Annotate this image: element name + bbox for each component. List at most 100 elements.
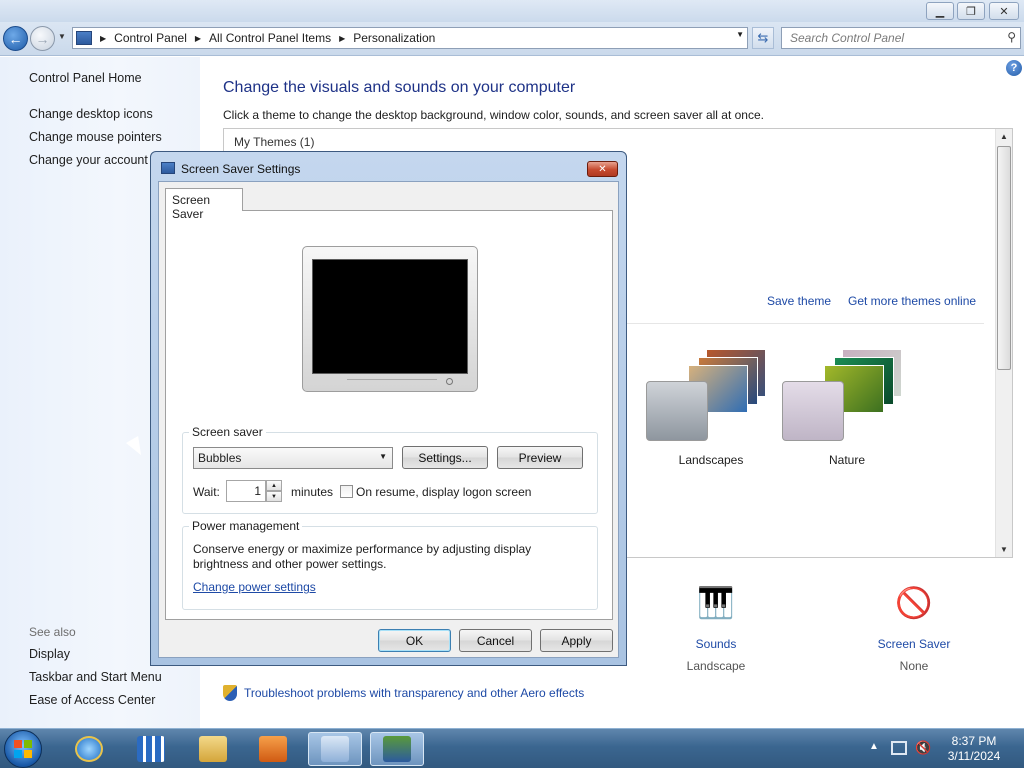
aero-troubleshoot-link[interactable]: Troubleshoot problems with transparency … bbox=[223, 685, 584, 701]
logon-screen-label[interactable]: On resume, display logon screen bbox=[356, 485, 531, 499]
address-bar[interactable]: ▶ Control Panel ▶ All Control Panel Item… bbox=[72, 27, 748, 49]
forward-arrow-icon: → bbox=[35, 30, 50, 47]
back-button[interactable]: ← bbox=[3, 26, 28, 51]
display-link[interactable]: Display bbox=[29, 647, 70, 661]
close-button[interactable]: ✕ bbox=[989, 2, 1019, 20]
screen-saver-group: Screen saver Bubbles ▼ Settings... Previ… bbox=[182, 425, 598, 514]
settings-button[interactable]: Settings... bbox=[402, 446, 488, 469]
theme-label: Landscapes bbox=[678, 453, 744, 467]
selected-screen-saver: Bubbles bbox=[198, 451, 242, 465]
screen-saver-select[interactable]: Bubbles ▼ bbox=[193, 447, 393, 469]
screen-saver-group-label: Screen saver bbox=[189, 425, 266, 439]
apps-taskbar-button[interactable] bbox=[124, 732, 178, 766]
change-mouse-pointers-link[interactable]: Change mouse pointers bbox=[29, 130, 162, 144]
recent-pages-button[interactable]: ▼ bbox=[58, 32, 66, 41]
minimize-button[interactable]: ▁ bbox=[926, 2, 954, 20]
tab-screen-saver[interactable]: Screen Saver bbox=[165, 188, 243, 221]
scroll-down-icon[interactable]: ▼ bbox=[1000, 545, 1008, 554]
search-input[interactable]: Search Control Panel ⚲ bbox=[781, 27, 1021, 49]
aero-link-text: Troubleshoot problems with transparency … bbox=[244, 686, 585, 700]
breadcrumb-control-panel[interactable]: Control Panel bbox=[114, 31, 187, 45]
address-dropdown-icon[interactable]: ▼ bbox=[736, 30, 744, 39]
theme-landscapes[interactable]: Landscapes bbox=[646, 329, 776, 469]
see-also-heading: See also bbox=[29, 625, 76, 639]
ok-button[interactable]: OK bbox=[378, 629, 451, 652]
screen-saver-settings-dialog: Screen Saver Settings ✕ Screen Saver Scr… bbox=[150, 151, 627, 666]
clock-time: 8:37 PM bbox=[951, 734, 997, 748]
show-hidden-icons-icon[interactable]: ▲ bbox=[869, 741, 879, 752]
sounds-icon: 🎹 bbox=[697, 586, 735, 620]
taskbar: ▲ 🔇 8:37 PM 3/11/2024 bbox=[0, 728, 1024, 768]
restore-icon: ❐ bbox=[966, 5, 976, 18]
power-led-icon bbox=[446, 378, 453, 385]
sounds-link[interactable]: Sounds bbox=[656, 637, 776, 651]
change-desktop-icons-link[interactable]: Change desktop icons bbox=[29, 107, 153, 121]
window-titlebar: ▁ ❐ ✕ bbox=[0, 0, 1024, 22]
close-icon: ✕ bbox=[999, 5, 1009, 18]
dialog-body: Screen Saver Screen saver Bubbles ▼ Sett… bbox=[158, 181, 619, 658]
screen-saver-value: None bbox=[899, 659, 929, 673]
spin-down-icon[interactable]: ▼ bbox=[266, 491, 282, 502]
help-icon[interactable]: ? bbox=[1006, 60, 1022, 76]
clock[interactable]: 8:37 PM 3/11/2024 bbox=[938, 734, 1010, 764]
screen-saver-icon bbox=[161, 162, 175, 174]
save-theme-link[interactable]: Save theme bbox=[767, 294, 831, 308]
breadcrumb-arrow-icon: ▶ bbox=[339, 33, 346, 43]
control-panel-taskbar-button[interactable] bbox=[308, 732, 362, 766]
control-panel-icon bbox=[76, 31, 92, 45]
screensaver-taskbar-button[interactable] bbox=[370, 732, 424, 766]
refresh-button[interactable]: ⇆ bbox=[752, 27, 774, 49]
close-icon: ✕ bbox=[598, 163, 607, 175]
network-icon[interactable] bbox=[891, 741, 907, 755]
wait-spinner[interactable]: ▲ ▼ bbox=[266, 480, 282, 502]
refresh-icon: ⇆ bbox=[757, 30, 769, 45]
minimize-icon: ▁ bbox=[935, 5, 945, 18]
breadcrumb-personalization[interactable]: Personalization bbox=[353, 31, 435, 45]
cancel-button[interactable]: Cancel bbox=[459, 629, 532, 652]
back-arrow-icon: ← bbox=[8, 30, 23, 47]
power-management-group: Power management Conserve energy or maxi… bbox=[182, 519, 598, 610]
clock-date: 3/11/2024 bbox=[947, 749, 1001, 763]
preview-button[interactable]: Preview bbox=[497, 446, 583, 469]
breadcrumb-arrow-icon: ▶ bbox=[194, 33, 202, 43]
screen-saver-item[interactable]: 🚫 Screen Saver None bbox=[854, 579, 974, 674]
search-placeholder: Search Control Panel bbox=[790, 31, 905, 45]
explorer-taskbar-button[interactable] bbox=[186, 732, 240, 766]
forward-button[interactable]: → bbox=[30, 26, 55, 51]
scroll-up-icon[interactable]: ▲ bbox=[1000, 132, 1008, 141]
change-power-settings-link[interactable]: Change power settings bbox=[193, 580, 316, 594]
wait-minutes-input[interactable]: 1 bbox=[226, 480, 266, 502]
taskbar-start-menu-link[interactable]: Taskbar and Start Menu bbox=[29, 670, 162, 684]
scroll-thumb[interactable] bbox=[997, 146, 1011, 370]
ie-taskbar-button[interactable] bbox=[62, 732, 116, 766]
media-player-icon bbox=[259, 736, 287, 762]
page-description: Click a theme to change the desktop back… bbox=[223, 108, 764, 122]
breadcrumb-arrow-icon: ▶ bbox=[100, 33, 107, 43]
explorer-icon bbox=[199, 736, 227, 762]
dialog-close-button[interactable]: ✕ bbox=[587, 161, 618, 177]
logon-screen-checkbox[interactable] bbox=[340, 485, 353, 498]
dialog-title: Screen Saver Settings bbox=[181, 162, 301, 176]
page-title: Change the visuals and sounds on your co… bbox=[223, 79, 576, 96]
screen-saver-link[interactable]: Screen Saver bbox=[854, 637, 974, 651]
start-button[interactable] bbox=[4, 730, 42, 768]
media-player-taskbar-button[interactable] bbox=[246, 732, 300, 766]
theme-list-scrollbar[interactable]: ▲ ▼ bbox=[995, 129, 1012, 557]
preview-screen bbox=[312, 259, 468, 374]
chevron-down-icon: ▼ bbox=[379, 452, 387, 461]
volume-muted-icon[interactable]: 🔇 bbox=[915, 740, 931, 756]
theme-nature[interactable]: Nature bbox=[782, 329, 912, 469]
shield-icon bbox=[223, 685, 237, 701]
sounds-item[interactable]: 🎹 Sounds Landscape bbox=[656, 579, 776, 674]
nature-preview bbox=[782, 381, 844, 441]
apply-button[interactable]: Apply bbox=[540, 629, 613, 652]
ease-of-access-link[interactable]: Ease of Access Center bbox=[29, 693, 155, 707]
control-panel-home-link[interactable]: Control Panel Home bbox=[29, 71, 142, 85]
breadcrumb-all-items[interactable]: All Control Panel Items bbox=[209, 31, 331, 45]
change-account-picture-link[interactable]: Change your account p bbox=[29, 153, 158, 167]
search-icon[interactable]: ⚲ bbox=[1007, 30, 1016, 44]
maximize-button[interactable]: ❐ bbox=[957, 2, 985, 20]
control-panel-icon bbox=[321, 736, 349, 762]
spin-up-icon[interactable]: ▲ bbox=[266, 480, 282, 491]
get-more-themes-link[interactable]: Get more themes online bbox=[848, 294, 976, 308]
